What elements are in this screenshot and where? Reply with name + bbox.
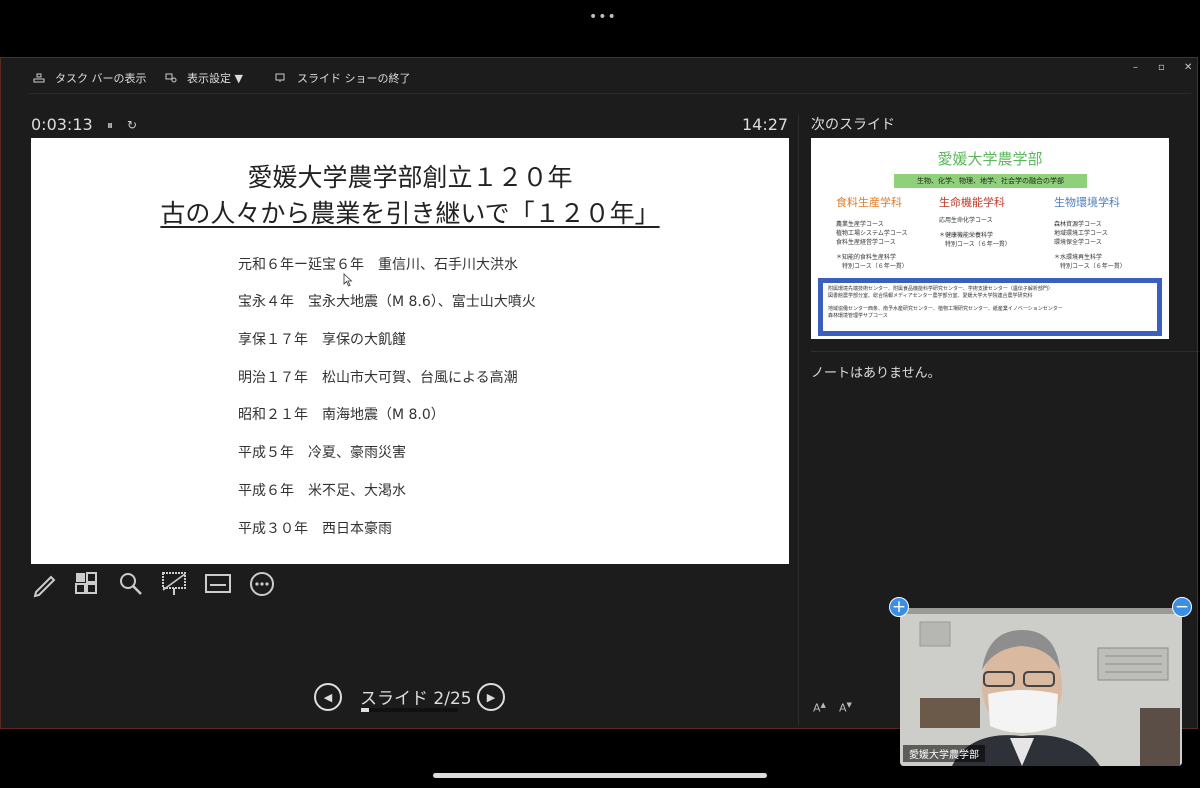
facility-line: 図書館農学部分室、総合情報メディアセンター農学部分室、愛媛大学大学院連合農学研究… — [828, 293, 1033, 299]
special-course: 特別コース（６年一貫） — [939, 241, 1011, 248]
end-slideshow-button[interactable]: スライド ショーの終了 — [275, 70, 411, 86]
toolbar-divider — [29, 93, 1191, 94]
increase-font-icon[interactable]: A▲ — [813, 701, 826, 715]
special-course: ＊水環境再生科学 — [1054, 254, 1103, 261]
notes-divider — [811, 351, 1199, 352]
event-line: 平成５年 冷夏、豪雨災害 — [238, 445, 406, 461]
event-line: 明治１７年 松山市大可賀、台風による高潮 — [238, 370, 518, 386]
slide-title-line1: 愛媛大学農学部創立１２０年 — [247, 163, 573, 192]
event-line: 宝永４年 宝永大地震（M 8.6）、富士山大噴火 — [238, 294, 536, 310]
more-options-icon[interactable] — [248, 570, 276, 598]
course-item: 応用生命化学コース — [939, 217, 993, 224]
dept3-name: 生物環境学科 — [1054, 196, 1120, 209]
reset-timer-icon[interactable]: ↻ — [127, 118, 137, 132]
dept1-courses: 農業生産学コース 植物工場システム学コース 食料生産経営学コース ＊知能的食料生… — [836, 220, 908, 271]
slide-title-line2: 古の人々から農業を引き継いで「１２０年」 — [31, 194, 789, 230]
previous-slide-button[interactable]: ◀ — [314, 683, 342, 711]
course-item: 食料生産経営学コース — [836, 239, 896, 246]
participant-video-feed — [900, 608, 1182, 766]
event-line: 昭和２１年 南海地震（M 8.0） — [238, 407, 445, 423]
course-item: 農業生産学コース — [836, 221, 884, 228]
slide-counter: スライド 2/25 — [360, 689, 472, 709]
display-settings-label: 表示設定 ▼ — [187, 72, 243, 85]
course-item: 植物工場システム学コース — [836, 230, 908, 237]
mouse-cursor-icon — [343, 273, 353, 287]
current-time: 14:27 — [742, 115, 789, 134]
end-show-icon — [275, 73, 285, 82]
participant-name-label: 愛媛大学農学部 — [903, 745, 985, 762]
special-course: ＊健康機能栄養科学 — [939, 232, 994, 239]
participant-video[interactable] — [900, 608, 1182, 766]
plus-icon: + — [891, 597, 907, 617]
minimize-button[interactable]: – — [1133, 62, 1138, 73]
event-line: 平成６年 米不足、大渇水 — [238, 483, 406, 499]
next-slide-thumbnail[interactable]: 愛媛大学農学部 生物、化学、物理、地学、社会学の融合の学部 食料生産学科 生命機… — [811, 138, 1169, 339]
elapsed-timer: 0:03:13 — [31, 115, 93, 134]
display-settings-icon — [165, 73, 177, 83]
taskbar-icon — [33, 73, 45, 83]
home-indicator[interactable] — [433, 773, 767, 778]
slide-title-line2-text: 古の人々から農業を引き継いで「１２０年」 — [160, 199, 660, 228]
course-item: 環境保全学コース — [1054, 239, 1102, 246]
event-line: 元和６年ー延宝６年 重信川、石手川大洪水 — [238, 257, 518, 273]
restore-button[interactable]: ▫ — [1158, 62, 1165, 73]
facilities-box-inner: 附属環境先端技術センター、附属食品機能科学研究センター、学術支援センター（遺伝子… — [823, 283, 1157, 331]
next-slide-subtitle: 生物、化学、物理、地学、社会学の融合の学部 — [894, 174, 1087, 188]
decrease-font-icon[interactable]: A▼ — [839, 701, 852, 715]
display-settings-button[interactable]: 表示設定 ▼ — [165, 70, 243, 86]
next-slide-button[interactable]: ▶ — [477, 683, 505, 711]
zoom-icon[interactable] — [117, 570, 145, 598]
show-taskbar-label: タスク バーの表示 — [55, 72, 147, 85]
course-item: 森林資源学コース — [1054, 221, 1102, 228]
show-taskbar-button[interactable]: タスク バーの表示 — [33, 70, 147, 86]
pane-divider[interactable] — [798, 115, 799, 725]
dept2-name: 生命機能学科 — [939, 196, 1005, 209]
pen-tool-icon[interactable] — [31, 570, 59, 598]
minus-icon: − — [1174, 597, 1190, 617]
close-button[interactable]: ✕ — [1184, 62, 1192, 73]
event-line: 享保１７年 享保の大飢饉 — [238, 332, 406, 348]
current-slide[interactable]: 愛媛大学農学部創立１２０年 古の人々から農業を引き継いで「１２０年」 元和６年ー… — [31, 138, 789, 564]
special-course: 特別コース（６年一貫） — [836, 263, 908, 270]
presenter-toolbar: タスク バーの表示 表示設定 ▼ スライド ショーの終了 – ▫ ✕ — [1, 58, 1199, 94]
special-course: ＊知能的食料生産科学 — [836, 254, 897, 261]
black-screen-icon[interactable] — [160, 570, 188, 598]
dept2-courses: 応用生命化学コース ＊健康機能栄養科学 特別コース（６年一貫） — [939, 216, 1011, 249]
next-slide-label: 次のスライド — [811, 117, 895, 133]
course-item: 地域環境工学コース — [1054, 230, 1108, 237]
next-slide-title: 愛媛大学農学部 — [937, 150, 1043, 168]
expand-video-button[interactable]: + — [889, 597, 909, 617]
multitask-dots-icon[interactable]: ••• — [589, 9, 617, 25]
pause-timer-icon[interactable]: ⏸ — [107, 118, 113, 133]
end-slideshow-label: スライド ショーの終了 — [297, 72, 411, 85]
dept1-name: 食料生産学科 — [836, 196, 902, 209]
chevron-left-icon: ◀ — [323, 690, 333, 704]
dept3-courses: 森林資源学コース 地域環境工学コース 環境保全学コース ＊水環境再生科学 特別コ… — [1054, 220, 1126, 271]
slide-progress-bar — [361, 708, 458, 712]
facility-line: 森林環境管理学サブコース — [828, 313, 888, 319]
slide-progress-fill — [361, 708, 369, 712]
see-all-slides-icon[interactable] — [73, 570, 101, 598]
facilities-box: 附属環境先端技術センター、附属食品機能科学研究センター、学術支援センター（遺伝子… — [818, 278, 1162, 336]
facility-line: 附属環境先端技術センター、附属食品機能科学研究センター、学術支援センター（遺伝子… — [828, 286, 1053, 292]
chevron-right-icon: ▶ — [486, 690, 496, 704]
special-course: 特別コース（６年一貫） — [1054, 263, 1126, 270]
event-line: 平成３０年 西日本豪雨 — [238, 521, 392, 537]
speaker-notes: ノートはありません。 — [811, 366, 941, 381]
subtitles-icon[interactable] — [204, 570, 232, 598]
facility-line: 地域協働センター西条、南予水産研究センター、植物工場研究センター、紙産業イノベー… — [828, 306, 1063, 312]
minimize-video-button[interactable]: − — [1172, 597, 1192, 617]
